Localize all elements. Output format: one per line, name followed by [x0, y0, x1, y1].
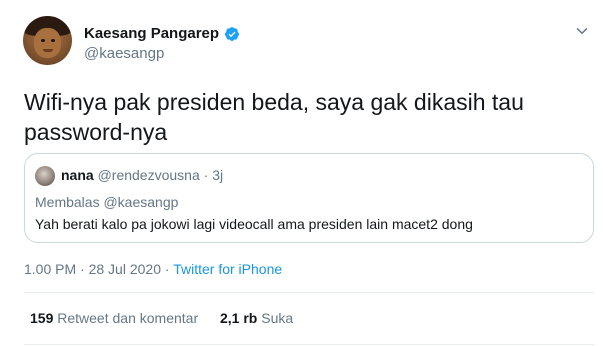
meta-separator: · [76, 261, 89, 277]
verified-badge-icon [225, 26, 240, 41]
tweet-meta: 1.00 PM · 28 Jul 2020 · Twitter for iPho… [24, 261, 282, 277]
author-name-row: Kaesang Pangarep [84, 25, 240, 42]
tweet-date[interactable]: 28 Jul 2020 [89, 261, 161, 277]
tweet-time[interactable]: 1.00 PM [24, 261, 76, 277]
chevron-down-icon[interactable] [573, 22, 591, 40]
divider [24, 344, 594, 345]
divider [24, 292, 594, 293]
quoted-reply-to: Membalas @kaesangp [35, 194, 179, 210]
quoted-time: 3j [212, 167, 224, 183]
retweets-count: 159 [30, 310, 54, 326]
likes-stat[interactable]: 2,1 rb Suka [220, 310, 293, 326]
avatar-mouth [43, 49, 53, 52]
retweets-label: Retweet dan komentar [57, 310, 199, 326]
quoted-avatar[interactable] [35, 166, 55, 186]
author-display-name[interactable]: Kaesang Pangarep [84, 25, 219, 42]
quoted-handle: @rendezvousna [97, 167, 200, 183]
tweet-text: Wifi-nya pak presiden beda, saya gak dik… [24, 89, 524, 145]
tweet-stats: 159 Retweet dan komentar 2,1 rb Suka [30, 310, 293, 326]
avatar-face [34, 28, 61, 58]
quoted-text: Yah berati kalo pa jokowi lagi videocall… [35, 216, 473, 232]
tweet-card: Kaesang Pangarep @kaesangp Wifi-nya pak … [0, 0, 613, 346]
retweets-stat[interactable]: 159 Retweet dan komentar [30, 310, 202, 326]
author-avatar[interactable] [23, 16, 72, 65]
quoted-separator: · [203, 167, 209, 183]
tweet-source-link[interactable]: Twitter for iPhone [173, 261, 282, 277]
likes-count: 2,1 rb [220, 310, 258, 326]
avatar-eye-left [41, 39, 45, 42]
quoted-display-name: nana [61, 167, 94, 183]
likes-label: Suka [261, 310, 294, 326]
meta-separator: · [161, 261, 174, 277]
avatar-eye-right [51, 39, 55, 42]
author-handle[interactable]: @kaesangp [84, 45, 164, 62]
quoted-header: nana @rendezvousna · 3j [61, 167, 223, 183]
quoted-tweet[interactable]: nana @rendezvousna · 3j Membalas @kaesan… [24, 153, 594, 243]
